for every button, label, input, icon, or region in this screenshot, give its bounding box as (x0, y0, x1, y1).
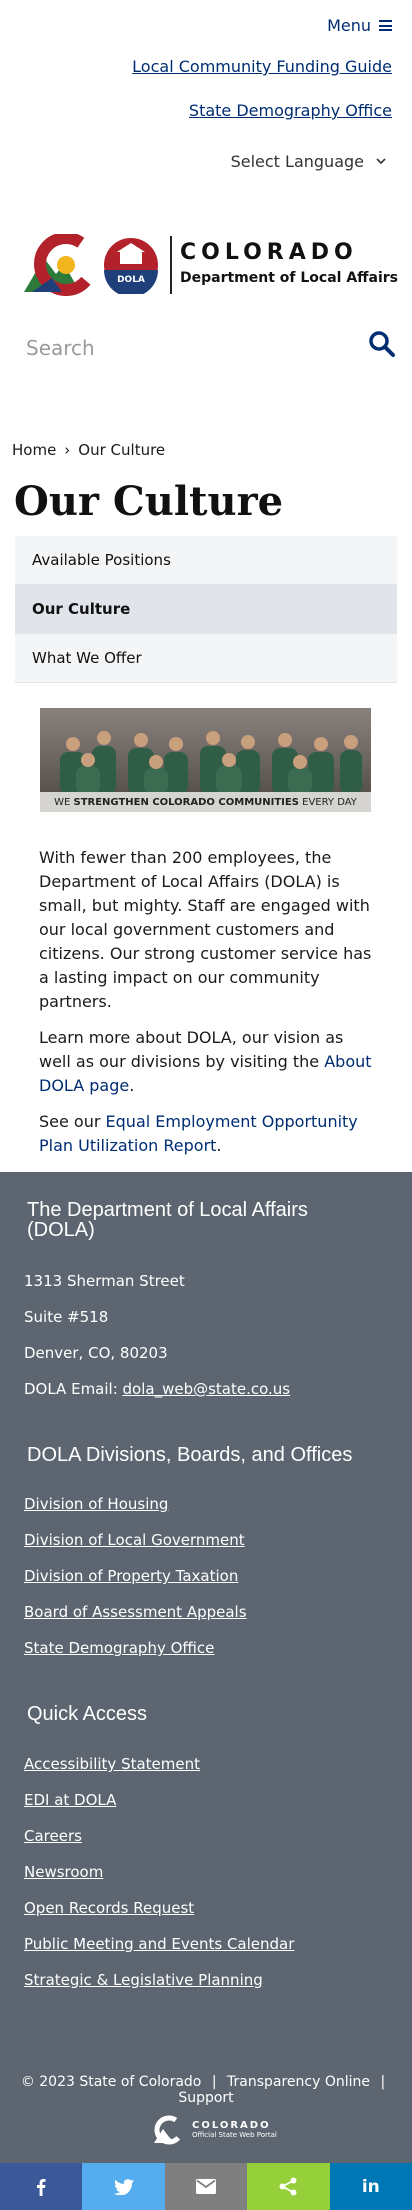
about-period: . (129, 1076, 135, 1095)
chevron-right-icon: › (64, 441, 71, 459)
footer-org-heading: The Department of Local Affairs (DOLA) (27, 1199, 308, 1241)
funding-guide-link[interactable]: Local Community Funding Guide (132, 57, 392, 76)
site-logo[interactable]: DOLA COLORADO Department of Local Affair… (22, 232, 398, 298)
footer-link-edi-at-dola[interactable]: EDI at DOLA (24, 1791, 116, 1809)
banner-tagline: WE STRENGTHEN COLORADO COMMUNITIES EVERY… (40, 792, 371, 812)
tagline-strong: STRENGTHEN COLORADO COMMUNITIES (73, 796, 299, 808)
subnav-item-our-culture[interactable]: Our Culture (15, 585, 397, 634)
footer-link-division-of-housing[interactable]: Division of Housing (24, 1495, 168, 1513)
colorado-c-logo (24, 234, 98, 296)
twitter-icon (113, 2178, 134, 2195)
footer-link-careers[interactable]: Careers (24, 1827, 82, 1845)
footer-address-city: Denver, CO, 80203 (24, 1344, 168, 1362)
breadcrumb-current: Our Culture (78, 441, 166, 459)
portal-sub: Official State Web Portal (192, 2131, 277, 2139)
eeo-text: See our (39, 1112, 106, 1131)
share-icon (279, 2177, 297, 2196)
footer-link-board-of-assessment-appeals[interactable]: Board of Assessment Appeals (24, 1603, 247, 1621)
portal-name: COLORADO (192, 2120, 271, 2131)
footer-email-label: DOLA Email: (24, 1380, 123, 1398)
share-twitter-button[interactable] (82, 2163, 165, 2210)
about-text: Learn more about DOLA, our vision as wel… (39, 1028, 344, 1071)
logo-department-name: Department of Local Affairs (180, 270, 398, 286)
footer-address-suite: Suite #518 (24, 1308, 109, 1326)
eeo-period: . (216, 1136, 222, 1155)
breadcrumb-home-link[interactable]: Home (12, 441, 56, 459)
share-email-button[interactable] (164, 2163, 248, 2210)
search-icon[interactable] (368, 330, 396, 358)
footer-link-strategic-planning[interactable]: Strategic & Legislative Planning (24, 1971, 263, 1989)
menu-button[interactable]: Menu (327, 16, 392, 35)
footer-divisions-heading: DOLA Divisions, Boards, and Offices (27, 1444, 353, 1466)
breadcrumb: Home › Our Culture (12, 441, 165, 459)
hamburger-icon (379, 20, 392, 31)
intro-paragraph: With fewer than 200 employees, the Depar… (39, 848, 372, 1011)
footer-email-row: DOLA Email: dola_web@state.co.us (24, 1380, 290, 1398)
footer-legal-bar: © 2023 State of Colorado | Transparency … (0, 2074, 412, 2106)
chevron-down-icon (376, 158, 386, 165)
site-header: Menu Local Community Funding Guide State… (0, 0, 412, 195)
footer-link-open-records-request[interactable]: Open Records Request (24, 1899, 194, 1917)
footer-quick-access-heading: Quick Access (27, 1703, 148, 1725)
share-facebook-button[interactable] (0, 2163, 83, 2210)
facebook-icon (37, 2178, 46, 2196)
subnav-item-what-we-offer[interactable]: What We Offer (15, 634, 397, 683)
footer-link-accessibility-statement[interactable]: Accessibility Statement (24, 1755, 200, 1773)
search-bar: Search (0, 320, 412, 376)
eeo-paragraph: See our Equal Employment Opportunity Pla… (39, 1110, 379, 1158)
footer-email-link[interactable]: dola_web@state.co.us (123, 1380, 291, 1398)
demography-office-link[interactable]: State Demography Office (189, 101, 392, 120)
share-generic-button[interactable] (247, 2163, 330, 2210)
copyright-text: © 2023 State of Colorado (20, 2074, 202, 2090)
section-subnav: Available Positions Our Culture What We … (15, 536, 397, 683)
legal-separator: | (380, 2074, 386, 2090)
tagline-pre: WE (54, 796, 71, 808)
site-footer: The Department of Local Affairs (DOLA) 1… (0, 1172, 412, 2165)
dola-seal-icon: DOLA (104, 238, 158, 294)
about-paragraph: Learn more about DOLA, our vision as wel… (39, 1026, 379, 1098)
social-share-bar: in (0, 2163, 412, 2210)
language-select[interactable]: Select Language (231, 152, 386, 171)
subnav-item-available-positions[interactable]: Available Positions (15, 536, 397, 585)
email-icon (196, 2179, 217, 2194)
legal-separator: | (211, 2074, 217, 2090)
page-title: Our Culture (14, 478, 284, 525)
footer-link-public-meeting-calendar[interactable]: Public Meeting and Events Calendar (24, 1935, 294, 1953)
staff-group-photo (60, 731, 362, 794)
transparency-online-link[interactable]: Transparency Online (227, 2074, 370, 2090)
support-link[interactable]: Support (178, 2090, 233, 2106)
footer-link-newsroom[interactable]: Newsroom (24, 1863, 103, 1881)
search-input[interactable]: Search (26, 336, 95, 360)
footer-link-state-demography-office[interactable]: State Demography Office (24, 1639, 214, 1657)
footer-link-division-of-local-government[interactable]: Division of Local Government (24, 1531, 245, 1549)
state-portal-logo[interactable]: COLORADO Official State Web Portal (152, 2115, 277, 2145)
footer-link-division-of-property-taxation[interactable]: Division of Property Taxation (24, 1567, 238, 1585)
logo-divider (170, 236, 172, 294)
colorado-portal-icon (154, 2115, 184, 2145)
footer-address-street: 1313 Sherman Street (24, 1272, 185, 1290)
linkedin-icon: in (361, 2176, 380, 2197)
portal-text: COLORADO Official State Web Portal (192, 2120, 277, 2140)
dola-badge-text: DOLA (117, 275, 145, 285)
team-photo-banner: WE STRENGTHEN COLORADO COMMUNITIES EVERY… (40, 708, 371, 812)
share-linkedin-button[interactable]: in (329, 2163, 412, 2210)
tagline-post: EVERY DAY (302, 796, 357, 808)
logo-state-name: COLORADO (180, 240, 358, 265)
language-label: Select Language (230, 152, 364, 171)
main-content: With fewer than 200 employees, the Depar… (39, 846, 379, 1170)
menu-label: Menu (327, 16, 371, 35)
